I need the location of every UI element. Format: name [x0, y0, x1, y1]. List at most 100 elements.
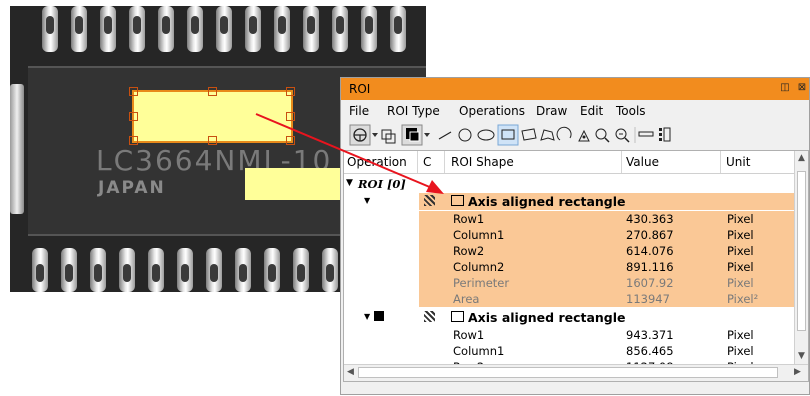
vertical-scrollbar[interactable]: ▲ ▼ — [794, 151, 808, 365]
chip-pin — [100, 6, 116, 52]
roi-rectangle[interactable] — [245, 168, 345, 200]
column-header-c[interactable]: C — [423, 155, 431, 169]
resize-handle[interactable] — [286, 136, 295, 145]
param-unit: Pixel — [727, 244, 754, 258]
expand-arrow-icon[interactable]: ▼ — [346, 178, 353, 188]
param-row[interactable]: Row1 430.363 Pixel — [344, 211, 796, 227]
resize-handle[interactable] — [208, 87, 217, 96]
param-row[interactable]: Row1 943.371 Pixel — [344, 327, 796, 342]
union-icon[interactable] — [381, 129, 396, 144]
expand-arrow-icon[interactable]: ▼ — [364, 312, 370, 321]
menu-file[interactable]: File — [349, 104, 369, 118]
resize-handle[interactable] — [286, 112, 295, 121]
chip-pin — [90, 248, 106, 292]
roi-table[interactable]: Operation C ROI Shape Value Unit ▼ ROI [… — [343, 150, 809, 382]
chip-pin — [129, 6, 145, 52]
param-unit: Pixel² — [727, 292, 759, 306]
resize-handle[interactable] — [208, 136, 217, 145]
chip-left-edge — [10, 84, 24, 214]
param-unit: Pixel — [727, 344, 754, 358]
chip-pin — [206, 248, 222, 292]
param-value: 430.363 — [626, 212, 674, 226]
roi-group-row[interactable]: ▼ ROI [0] — [344, 176, 796, 191]
param-row[interactable]: Row2 614.076 Pixel — [344, 243, 796, 259]
restore-icon[interactable]: ◫ — [779, 82, 791, 94]
scroll-left-icon[interactable]: ◀ — [347, 367, 354, 377]
ellipse-icon[interactable] — [477, 129, 495, 141]
param-row[interactable]: Area 113947 Pixel² — [344, 291, 796, 307]
dropdown-arrow-icon[interactable] — [372, 133, 378, 137]
chip-origin-text: JAPAN — [98, 178, 166, 198]
zoom-icon[interactable] — [615, 128, 630, 143]
menu-edit[interactable]: Edit — [580, 104, 603, 118]
chip-pin — [245, 6, 261, 52]
column-header-operation[interactable]: Operation — [347, 155, 407, 169]
resize-handle[interactable] — [286, 87, 295, 96]
param-row[interactable]: Column1 856.465 Pixel — [344, 343, 796, 358]
chip-pin — [119, 248, 135, 292]
menu-operations[interactable]: Operations — [459, 104, 525, 118]
column-header-roi-shape[interactable]: ROI Shape — [451, 155, 514, 169]
menu-tools[interactable]: Tools — [616, 104, 646, 118]
scroll-thumb[interactable] — [797, 171, 806, 331]
param-row[interactable]: Perimeter 1607.92 Pixel — [344, 275, 796, 291]
roi-rectangle-selected[interactable] — [129, 87, 295, 145]
column-header-unit[interactable]: Unit — [726, 155, 750, 169]
point-icon[interactable] — [578, 129, 590, 142]
toolbar-icons — [349, 124, 671, 146]
rectangle-shape-icon — [451, 195, 464, 206]
param-name: Column2 — [453, 260, 505, 274]
rectangle-icon[interactable] — [497, 124, 519, 146]
param-row[interactable]: Column2 891.116 Pixel — [344, 259, 796, 275]
resize-handle[interactable] — [129, 87, 138, 96]
menu-roi-type[interactable]: ROI Type — [387, 104, 440, 118]
roi-panel: ROI ◫ ⊠ File ROI Type Operations Draw Ed… — [340, 77, 810, 395]
circle-icon[interactable] — [458, 128, 472, 142]
expand-arrow-icon[interactable]: ▼ — [364, 196, 370, 205]
horizontal-scrollbar[interactable]: ◀ ▶ — [344, 364, 808, 381]
scroll-up-icon[interactable]: ▲ — [798, 153, 805, 163]
panel-title: ROI — [349, 82, 371, 96]
resize-handle[interactable] — [129, 112, 138, 121]
param-name: Area — [453, 292, 480, 306]
dropdown-arrow-icon[interactable] — [424, 133, 430, 137]
chip-pin — [158, 6, 174, 52]
chip-pin — [148, 248, 164, 292]
column-header-value[interactable]: Value — [626, 155, 659, 169]
circular-arc-icon[interactable] — [556, 126, 572, 141]
color-fill-icon[interactable] — [401, 124, 423, 146]
resize-handle[interactable] — [129, 136, 138, 145]
table-header: Operation C ROI Shape Value Unit — [344, 151, 796, 174]
operation-mode-icon[interactable] — [349, 124, 371, 146]
properties-icon[interactable] — [659, 127, 671, 142]
chip-pin — [216, 6, 232, 52]
scroll-right-icon[interactable]: ▶ — [794, 367, 801, 377]
rotated-rectangle-icon[interactable] — [521, 128, 537, 141]
scroll-thumb[interactable] — [358, 367, 778, 378]
panel-titlebar[interactable]: ROI ◫ ⊠ — [341, 78, 809, 100]
scroll-down-icon[interactable]: ▼ — [798, 351, 805, 361]
param-unit: Pixel — [727, 328, 754, 342]
param-value: 891.116 — [626, 260, 674, 274]
param-row[interactable]: Column1 270.867 Pixel — [344, 227, 796, 243]
chip-pin — [235, 248, 251, 292]
param-value: 856.465 — [626, 344, 674, 358]
chip-pin — [322, 248, 338, 292]
polygon-icon[interactable] — [540, 129, 555, 141]
line-icon[interactable] — [438, 131, 452, 140]
shape-name: Axis aligned rectangle — [468, 194, 626, 209]
menu-draw[interactable]: Draw — [536, 104, 567, 118]
param-value: 113947 — [626, 292, 670, 306]
shape-header-row[interactable]: ▼ Axis aligned rectangle — [344, 193, 796, 210]
chip-pin — [177, 248, 193, 292]
chip-pin — [303, 6, 319, 52]
toolbar — [341, 122, 809, 148]
zoom-fit-icon[interactable] — [595, 128, 610, 143]
shape-header-row[interactable]: ▼ Axis aligned rectangle — [344, 309, 796, 326]
chip-pin — [61, 248, 77, 292]
param-name: Column1 — [453, 228, 505, 242]
close-icon[interactable]: ⊠ — [796, 82, 808, 94]
menu-bar: File ROI Type Operations Draw Edit Tools — [341, 100, 809, 122]
chip-pin — [187, 6, 203, 52]
measure-line-icon[interactable] — [638, 131, 654, 137]
